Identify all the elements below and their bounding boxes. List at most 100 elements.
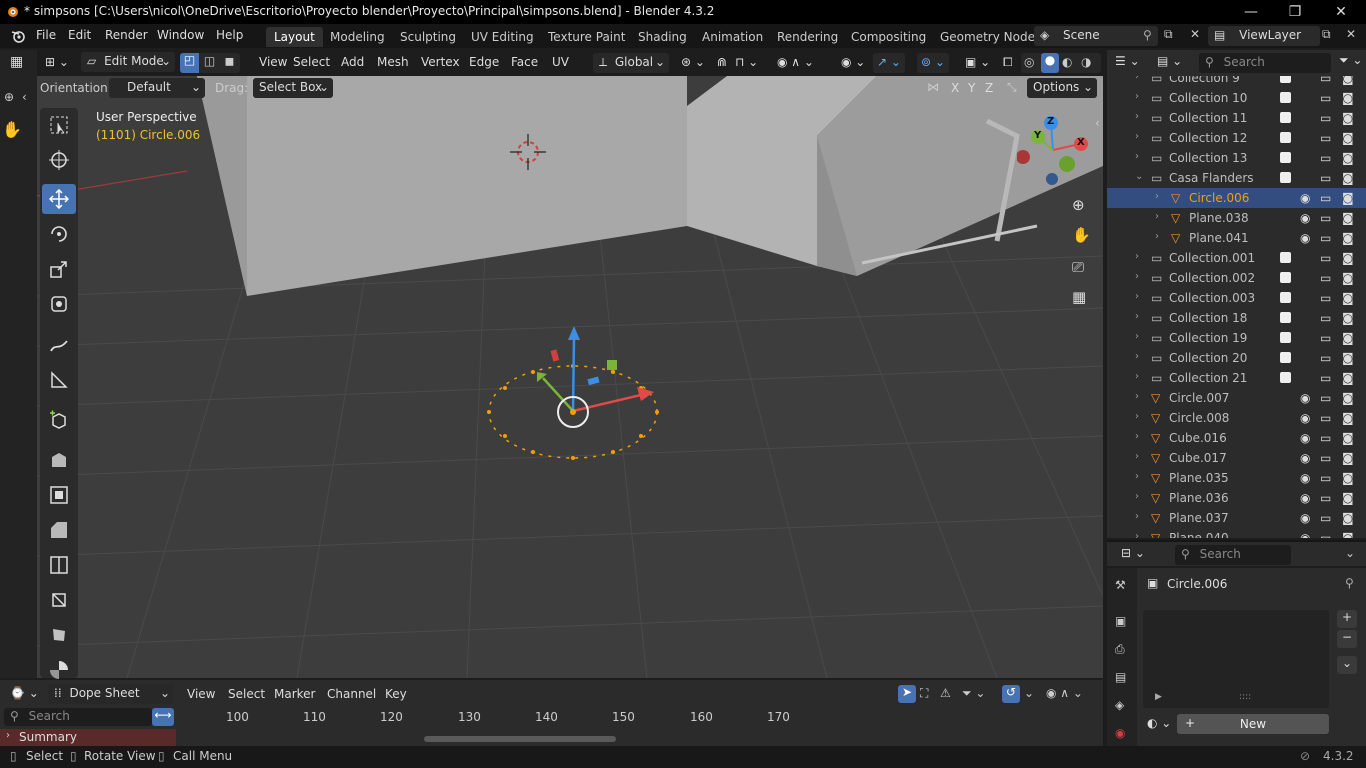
viewport-visibility-icon[interactable]: ▭ — [1320, 511, 1331, 525]
viewport-visibility-icon[interactable]: ▭ — [1320, 311, 1331, 325]
expand-arrow-icon[interactable]: › — [1135, 271, 1139, 282]
menu-mesh[interactable]: Mesh — [373, 53, 413, 73]
output-properties-icon[interactable]: ⎙ — [1115, 642, 1125, 657]
viewport-visibility-icon[interactable]: ▭ — [1320, 391, 1331, 405]
axis-y-toggle[interactable]: Y — [968, 81, 975, 95]
outliner-row[interactable]: › ▭ Collection 18 ▭ ◙ — [1107, 308, 1366, 328]
render-visibility-icon[interactable]: ◙ — [1342, 471, 1354, 485]
drag-dropdown[interactable]: Select Box ⌄ — [253, 78, 333, 98]
transform-tool[interactable] — [42, 289, 76, 319]
exclude-checkbox[interactable] — [1280, 252, 1291, 263]
expand-arrow-icon[interactable]: › — [1135, 351, 1139, 362]
menu-uv[interactable]: UV — [548, 53, 573, 73]
snap-target-icon[interactable]: ⊓ ⌄ — [731, 53, 762, 73]
expand-arrow-icon[interactable]: › — [1135, 131, 1139, 142]
axis-z-toggle[interactable]: Z — [985, 81, 993, 95]
menu-render[interactable]: Render — [105, 28, 148, 42]
eye-icon[interactable]: ◉ — [1300, 491, 1310, 505]
menu-help[interactable]: Help — [216, 28, 243, 42]
render-visibility-icon[interactable]: ◙ — [1342, 391, 1354, 405]
axis-x-toggle[interactable]: X — [951, 81, 959, 95]
render-visibility-icon[interactable]: ◙ — [1342, 491, 1354, 505]
exclude-checkbox[interactable] — [1280, 292, 1291, 303]
viewport-visibility-icon[interactable]: ▭ — [1320, 491, 1331, 505]
exclude-checkbox[interactable] — [1280, 112, 1291, 123]
material-browse-icon[interactable]: ◐ ⌄ — [1147, 716, 1171, 730]
expand-arrow-icon[interactable]: › — [1155, 211, 1159, 222]
editor-type-icon[interactable]: ⊟ ⌄ — [1121, 546, 1145, 560]
expand-arrow-icon[interactable]: › — [1135, 531, 1139, 538]
tab-sculpting[interactable]: Sculpting — [392, 27, 464, 47]
outliner[interactable]: › ▭ Collection 9 ▭ ◙ › ▭ Collection 10 ▭ ◙ › ▭ Colle… — [1107, 76, 1366, 538]
render-visibility-icon[interactable]: ◙ — [1342, 151, 1354, 165]
solid-shading-icon[interactable]: ● — [1041, 53, 1059, 73]
expand-arrow-icon[interactable]: › — [1155, 191, 1159, 202]
inset-tool[interactable] — [42, 480, 76, 510]
viewport-visibility-icon[interactable]: ▭ — [1320, 271, 1331, 285]
cursor-tool[interactable] — [42, 145, 76, 175]
exclude-checkbox[interactable] — [1280, 372, 1291, 383]
view-layer-selector[interactable]: ▤ ViewLayer — [1208, 26, 1320, 46]
outliner-row[interactable]: › ▭ Collection.003 ▭ ◙ — [1107, 288, 1366, 308]
expand-arrow-icon[interactable]: › — [1135, 411, 1139, 422]
eye-icon[interactable]: ◉ — [1300, 471, 1310, 485]
viewport-scene[interactable] — [37, 76, 1103, 678]
expand-arrow-icon[interactable]: › — [1135, 391, 1139, 402]
mirror-icon[interactable]: ⋈ — [927, 80, 939, 94]
material-slot-list[interactable]: ▶ :::: — [1143, 610, 1329, 708]
filter-icon[interactable]: ⏷ ⌄ — [1339, 53, 1362, 68]
outliner-row[interactable]: › ▽ Circle.006 ◉ ▭ ◙ — [1107, 188, 1366, 208]
timeline-scrollbar[interactable] — [424, 736, 616, 742]
eye-icon[interactable]: ◉ — [1300, 511, 1310, 525]
exclude-checkbox[interactable] — [1280, 92, 1291, 103]
eye-icon[interactable]: ◉ — [1300, 191, 1310, 205]
face-select-icon[interactable]: ◼ — [220, 54, 239, 68]
expand-arrow-icon[interactable]: › — [1135, 491, 1139, 502]
pan-hand-icon[interactable]: ✋ — [1072, 226, 1091, 244]
editor-type-icon[interactable]: ⊞ ⌄ — [41, 53, 73, 73]
minimize-button[interactable]: — — [1228, 2, 1274, 22]
viewport-visibility-icon[interactable]: ▭ — [1320, 211, 1331, 225]
expand-arrow-icon[interactable]: › — [1135, 431, 1139, 442]
pivot-point-icon[interactable]: ⊛ ⌄ — [677, 53, 709, 73]
viewport-visibility-icon[interactable]: ▭ — [1320, 331, 1331, 345]
scale-tool[interactable] — [42, 254, 76, 284]
remove-view-layer-icon[interactable]: ✕ — [1346, 27, 1356, 41]
render-visibility-icon[interactable]: ◙ — [1342, 531, 1354, 538]
outliner-row[interactable]: › ▽ Plane.041 ◉ ▭ ◙ — [1107, 228, 1366, 248]
expand-arrow-icon[interactable]: › — [1135, 471, 1139, 482]
proportional-edit-icon[interactable]: ◉ ∧ ⌄ — [773, 53, 818, 73]
edge-select-icon[interactable]: ◫ — [200, 54, 219, 68]
expand-arrow-icon[interactable]: › — [1135, 251, 1139, 262]
gizmo-toggle-icon[interactable]: ↗ ⌄ — [873, 53, 905, 73]
transform-orientation-dropdown[interactable]: ⟂ Global ⌄ — [593, 53, 669, 73]
viewport-visibility-icon[interactable]: ▭ — [1320, 131, 1331, 145]
eye-icon[interactable]: ◉ — [1300, 451, 1310, 465]
render-visibility-icon[interactable]: ◙ — [1342, 91, 1354, 105]
outliner-row[interactable]: › ▽ Circle.007 ◉ ▭ ◙ — [1107, 388, 1366, 408]
tab-layout[interactable]: Layout — [266, 27, 323, 47]
frame-ruler[interactable]: 100 110 120 130 140 150 160 170 — [178, 708, 818, 728]
editor-type-icon[interactable]: ☰ ⌄ — [1115, 54, 1140, 68]
outliner-row[interactable]: › ▽ Plane.038 ◉ ▭ ◙ — [1107, 208, 1366, 228]
pin-icon[interactable]: ⚲ — [1345, 576, 1354, 590]
render-visibility-icon[interactable]: ◙ — [1342, 271, 1354, 285]
loop-cut-tool[interactable] — [42, 550, 76, 580]
editor-type-icon[interactable]: ▦ — [10, 54, 23, 70]
exclude-checkbox[interactable] — [1280, 272, 1291, 283]
wireframe-shading-icon[interactable]: ◎ — [1024, 55, 1034, 69]
expand-arrow-icon[interactable]: › — [1135, 151, 1139, 162]
visibility-icon[interactable]: ◉ ⌄ — [837, 53, 869, 73]
overlays-icon[interactable]: ⊚ ⌄ — [917, 53, 949, 73]
menu-vertex[interactable]: Vertex — [417, 53, 464, 73]
new-scene-icon[interactable]: ⧉ — [1164, 27, 1173, 42]
menu-edge[interactable]: Edge — [465, 53, 503, 73]
display-mode-icon[interactable]: ▤ ⌄ — [1157, 54, 1182, 68]
blender-menu-icon[interactable] — [10, 29, 26, 43]
pin-icon[interactable]: ⚲ — [1143, 28, 1152, 42]
viewport-visibility-icon[interactable]: ▭ — [1320, 291, 1331, 305]
collapse-arrow-icon[interactable]: ⌄ — [1135, 171, 1143, 182]
outliner-row[interactable]: › ▭ Collection.002 ▭ ◙ — [1107, 268, 1366, 288]
remove-scene-icon[interactable]: ✕ — [1190, 27, 1200, 41]
swap-icon[interactable]: ⟷ — [152, 708, 174, 726]
